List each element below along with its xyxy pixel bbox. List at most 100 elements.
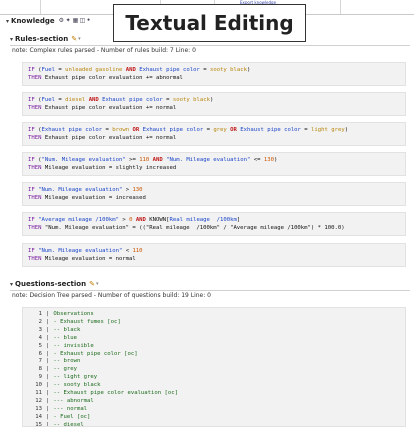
collapse-triangle-icon[interactable]: ▾ — [10, 36, 13, 43]
edit-menu-icon[interactable]: ▾ — [96, 281, 99, 287]
rule-token: Mileage evaluation = normal — [41, 256, 136, 262]
rule-token: Exhaust pipe color — [240, 127, 301, 133]
rule-token: sooty black — [209, 67, 247, 73]
collapse-triangle-icon[interactable]: ▾ — [10, 281, 13, 288]
questions-note: note: Decision Tree parsed - Number of q… — [12, 292, 211, 299]
rule-token: THEN — [28, 165, 42, 171]
rule-token: Exhaust pipe color — [142, 127, 204, 133]
rule-condition-line: IF (Fuel = diesel AND Exhaust pipe color… — [28, 96, 400, 104]
rule-token: "Average mileage /100km" — [38, 217, 119, 223]
questions-section-title: Questions-section — [15, 280, 87, 288]
rule-token: IF — [28, 67, 35, 73]
rule-block[interactable]: IF "Num. Mileage evaluation" > 130 THEN M… — [22, 182, 406, 206]
questions-section-header: ▾ Questions-section ✎ ▾ — [10, 279, 98, 289]
line-separator: | — [46, 334, 50, 341]
rule-token: 110 — [132, 248, 143, 254]
divider — [40, 0, 41, 14]
rule-action-line: THEN Mileage evaluation = normal — [28, 255, 400, 263]
tree-line-text: -- invisible — [53, 342, 94, 349]
graph-icon[interactable]: ◫ — [80, 18, 86, 24]
tree-line-text: --- normal — [53, 405, 88, 412]
rule-token: "Num. Mileage evaluation" — [38, 248, 123, 254]
rule-token: 110 — [139, 157, 150, 163]
rule-token: < — [122, 248, 133, 254]
rule-token: THEN — [28, 135, 42, 141]
rule-token: Exhaust pipe color evaluation += normal — [41, 105, 177, 111]
edit-menu-icon[interactable]: ▾ — [78, 36, 81, 42]
table-icon[interactable]: ▦ — [73, 18, 79, 24]
pencil-edit-icon[interactable]: ✎ — [71, 35, 77, 43]
rule-token: Mileage evaluation = increased — [41, 195, 146, 201]
collapse-triangle-icon[interactable]: ▾ — [6, 18, 9, 25]
line-number: 6 — [38, 350, 42, 357]
tree-line-text: -- blue — [53, 334, 77, 341]
line-separator: | — [46, 397, 50, 404]
line-number: 2 — [38, 318, 42, 325]
rule-token: ( — [34, 97, 42, 103]
line-number: 12 — [35, 397, 42, 404]
tree-line-text: -- diesel — [53, 421, 84, 427]
rule-token: IF — [28, 187, 35, 193]
rules-section-header: ▾ Rules-section ✎ ▾ — [10, 34, 81, 44]
rule-token: Mileage evaluation = slightly increased — [41, 165, 177, 171]
rule-token: THEN — [28, 105, 42, 111]
rule-action-line: THEN Exhaust pipe color evaluation += no… — [28, 134, 400, 142]
rule-token: ) — [344, 127, 349, 133]
knowledge-header: ▾ Knowledge ⚙ ✦ ▦ ◫ • — [6, 15, 93, 27]
pencil-edit-icon[interactable]: ✎ — [89, 280, 95, 288]
tree-line: 1 | Observations — [28, 311, 400, 319]
line-number: 3 — [38, 326, 42, 333]
rule-token: <= — [250, 157, 264, 163]
rules-note: note: Complex rules parsed - Number of r… — [12, 47, 196, 54]
knowledge-toolbar: ⚙ ✦ ▦ ◫ • — [59, 18, 93, 24]
tree-line-text: - Exhaust pipe color [oc] — [53, 350, 138, 357]
line-number: 5 — [38, 342, 42, 349]
rule-token: = — [203, 127, 214, 133]
rule-token: AND — [88, 97, 99, 103]
rule-action-line: THEN "Num. Mileage evaluation" = (("Real… — [28, 224, 400, 232]
tree-line: 8 | -- grey — [28, 366, 400, 374]
rule-token: KNOWN[ — [145, 217, 170, 223]
rule-block[interactable]: IF "Average mileage /100km" > 0 AND KNOW… — [22, 212, 406, 236]
info-icon[interactable]: • — [87, 18, 93, 24]
tree-line: 13 | --- normal — [28, 406, 400, 414]
rule-token: = — [199, 67, 210, 73]
rule-token: Fuel — [41, 67, 55, 73]
rule-token: OR — [230, 127, 237, 133]
rule-block[interactable]: IF "Num. Mileage evaluation" < 110 THEN M… — [22, 243, 406, 267]
divider — [10, 290, 410, 291]
rule-token: "Num. Mileage evaluation" = (("Real mile… — [41, 225, 345, 231]
rule-action-line: THEN Exhaust pipe color evaluation += ab… — [28, 74, 400, 82]
star-icon[interactable]: ✦ — [66, 18, 72, 24]
rule-token: unleaded gasoline — [65, 67, 123, 73]
line-number: 9 — [38, 374, 42, 381]
line-separator: | — [46, 358, 50, 365]
rule-token: 130 — [263, 157, 274, 163]
rule-block[interactable]: IF (Fuel = diesel AND Exhaust pipe color… — [22, 92, 406, 116]
rule-token: Exhaust pipe color — [102, 97, 163, 103]
rule-token: ) — [247, 67, 251, 73]
rule-token: IF — [28, 217, 35, 223]
tree-line-text: -- brown — [53, 358, 81, 365]
rule-token: ] — [236, 217, 241, 223]
decision-tree-editor[interactable]: 1 | Observations 2 | - Exhaust fumes [oc] 3 | --… — [22, 307, 406, 427]
tree-line: 4 | -- blue — [28, 335, 400, 343]
settings-icon[interactable]: ⚙ — [59, 18, 65, 24]
rule-token: Exhaust pipe color evaluation += abnorma… — [41, 75, 183, 81]
tree-line: 9 | -- light grey — [28, 374, 400, 382]
line-separator: | — [46, 374, 50, 381]
line-number: 1 — [38, 311, 42, 317]
tree-line-text: -- sooty black — [53, 382, 101, 389]
rule-token: Fuel — [41, 97, 55, 103]
tree-line: 5 | -- invisible — [28, 343, 400, 351]
rule-condition-line: IF ("Num. Mileage evaluation" >= 110 AND… — [28, 156, 400, 164]
rule-block[interactable]: IF ("Num. Mileage evaluation" >= 110 AND… — [22, 152, 406, 176]
overlay-title: Textual Editing — [113, 4, 306, 42]
line-separator: | — [46, 366, 50, 373]
rule-token: = — [54, 67, 66, 73]
rule-token: AND — [125, 67, 136, 73]
rule-token: "Num. Mileage evaluation" — [166, 157, 251, 163]
rule-block[interactable]: IF (Fuel = unleaded gasoline AND Exhaust… — [22, 62, 406, 86]
rule-token: = — [300, 127, 312, 133]
rule-block[interactable]: IF (Exhaust pipe color = brown OR Exhaus… — [22, 122, 406, 146]
